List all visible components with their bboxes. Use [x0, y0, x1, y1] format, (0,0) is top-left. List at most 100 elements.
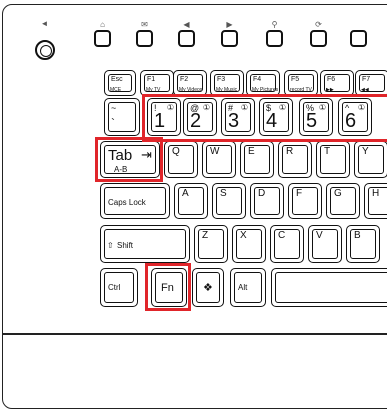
function-key-f4[interactable]: F4 My Pictures	[246, 70, 280, 96]
letter-key-f[interactable]: F	[288, 183, 322, 219]
letter-key-w[interactable]: W	[202, 141, 236, 178]
letter-key-label: S	[220, 188, 227, 199]
function-key-sub: My Videos	[179, 87, 203, 93]
speaker-icon: ◄	[40, 19, 49, 28]
mail-icon: ✉	[141, 20, 148, 29]
forward-button[interactable]	[221, 30, 238, 47]
function-key-esc[interactable]: Esc MCE	[104, 70, 136, 96]
function-key-f2[interactable]: F2 My Videos	[173, 70, 207, 96]
windows-key[interactable]: ❖	[192, 268, 224, 307]
number-key-digit: 5	[306, 110, 318, 132]
letter-key-label: F	[296, 188, 303, 199]
keyboard-palm-rest	[2, 334, 387, 409]
letter-key-label: E	[248, 146, 255, 157]
search-icon: ⚲	[271, 20, 278, 29]
letter-key-label: B	[354, 230, 361, 241]
mail-button[interactable]	[136, 30, 153, 47]
windows-icon: ❖	[203, 282, 213, 294]
letter-key-e[interactable]: E	[240, 141, 274, 178]
letter-key-s[interactable]: S	[212, 183, 246, 219]
letter-key-label: W	[210, 146, 220, 157]
function-key-f7[interactable]: F7 ◀◀	[355, 70, 387, 96]
function-key-label: F7	[362, 76, 371, 83]
letter-key-label: X	[240, 230, 247, 241]
function-key-f5[interactable]: F5 record TV	[284, 70, 318, 96]
power-knob[interactable]	[35, 40, 55, 60]
letter-key-label: Y	[362, 146, 369, 157]
letter-key-a[interactable]: A	[174, 183, 208, 219]
function-key-sub: MCE	[110, 87, 122, 93]
letter-key-d[interactable]: D	[250, 183, 284, 219]
tab-arrow-icon: ⇥	[141, 147, 152, 162]
letter-key-label: T	[324, 146, 331, 157]
function-key-sub: My TV	[146, 87, 161, 93]
number-key-digit: 4	[266, 110, 278, 132]
function-key-f1[interactable]: F1 My TV	[140, 70, 174, 96]
function-key-label: F2	[180, 76, 189, 83]
letter-key-label: G	[334, 188, 342, 199]
letter-key-g[interactable]: G	[326, 183, 360, 219]
ctrl-key[interactable]: Ctrl	[100, 268, 138, 307]
function-key-sub: record TV	[290, 87, 312, 93]
tab-key-label: Tab	[108, 147, 133, 164]
function-key-f3[interactable]: F3 My Music	[210, 70, 244, 96]
ctrl-key-label: Ctrl	[108, 283, 121, 292]
caps-lock-key[interactable]: Caps Lock	[100, 183, 170, 219]
letter-key-label: Q	[172, 146, 180, 157]
letter-key-label: V	[316, 230, 323, 241]
search-button[interactable]	[266, 30, 283, 47]
bluetooth-icon: ①	[278, 103, 286, 112]
fn-key-label: Fn	[161, 282, 174, 294]
letter-key-label: A	[182, 188, 189, 199]
extra-media-button[interactable]	[350, 30, 367, 47]
home-button[interactable]	[94, 30, 111, 47]
shift-key-label: Shift	[117, 241, 134, 250]
function-key-sub: My Music	[216, 87, 238, 93]
alt-key-label: Alt	[238, 283, 248, 292]
letter-key-c[interactable]: C	[270, 225, 304, 263]
shift-key[interactable]: ⇧ Shift	[100, 225, 190, 263]
letter-key-label: R	[286, 146, 294, 157]
number-key-symbol: ~	[111, 103, 117, 113]
letter-key-v[interactable]: V	[308, 225, 342, 263]
alt-key[interactable]: Alt	[230, 268, 266, 307]
home-icon: ⌂	[100, 20, 105, 29]
bluetooth-icon: ①	[202, 103, 210, 112]
function-key-sub: ▶▶	[326, 87, 334, 93]
letter-key-y[interactable]: Y	[354, 141, 387, 178]
function-key-sub: ◀◀	[361, 87, 369, 93]
letter-key-label: C	[278, 230, 286, 241]
letter-key-q[interactable]: Q	[164, 141, 198, 178]
back-button[interactable]	[178, 30, 195, 47]
forward-icon: ▶	[226, 20, 233, 29]
function-key-label: F5	[291, 76, 300, 83]
function-key-f6[interactable]: F6 ▶▶	[320, 70, 354, 96]
bluetooth-icon: ①	[240, 103, 248, 112]
number-key-digit: 3	[228, 110, 240, 132]
letter-key-label: H	[372, 188, 380, 199]
bluetooth-icon: ①	[357, 103, 365, 112]
refresh-icon: ⟳	[315, 20, 322, 29]
function-key-label: F4	[253, 76, 262, 83]
letter-key-x[interactable]: X	[232, 225, 266, 263]
letter-key-label: D	[258, 188, 266, 199]
keyboard-diagram: ◄ ⌂ ✉ ◀ ▶ ⚲ ⟳ Esc MCE F1 My TV F2 My Videos F3…	[0, 0, 387, 409]
letter-key-b[interactable]: B	[346, 225, 380, 263]
letter-key-r[interactable]: R	[278, 141, 312, 178]
number-key-digit: 6	[345, 110, 357, 132]
function-key-label: F3	[217, 76, 226, 83]
letter-key-t[interactable]: T	[316, 141, 350, 178]
letter-key-h[interactable]: H	[364, 183, 387, 219]
function-key-sub: My Pictures	[252, 87, 279, 93]
letter-key-label: Z	[202, 230, 209, 241]
number-key-0[interactable]: ~ `	[104, 98, 140, 136]
caps-lock-label: Caps Lock	[108, 198, 146, 207]
letter-key-z[interactable]: Z	[194, 225, 228, 263]
function-key-label: F1	[147, 76, 156, 83]
function-key-label: Esc	[111, 76, 123, 83]
bluetooth-icon: ①	[318, 103, 326, 112]
refresh-button[interactable]	[310, 30, 327, 47]
number-key-digit: `	[111, 116, 115, 130]
bluetooth-icon: ①	[166, 103, 174, 112]
space-bar[interactable]	[271, 268, 387, 307]
